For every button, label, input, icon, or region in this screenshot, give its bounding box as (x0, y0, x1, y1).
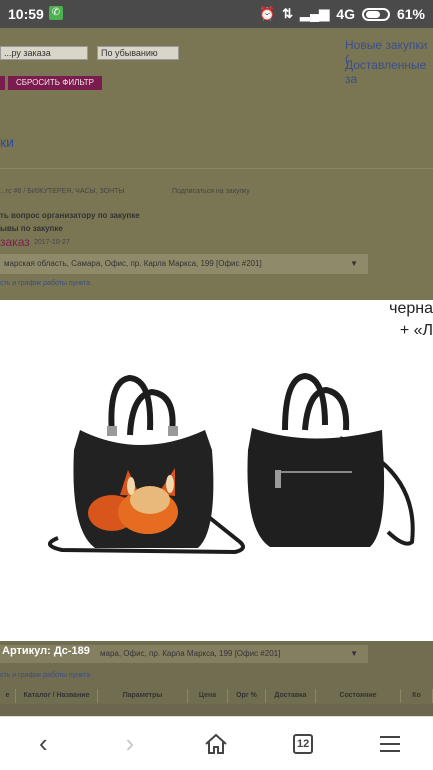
home-icon (205, 733, 228, 754)
background-page-lower: мара, Офис, пр. Карла Маркса, 199 [Офис … (0, 641, 433, 716)
pickup-hint-link-lower[interactable]: сть и график работы пункта (0, 672, 90, 679)
table-header: е Каталог / Название Параметры Цена Орг … (0, 689, 433, 703)
bag-photo (48, 372, 415, 555)
back-button[interactable]: ‹ (23, 724, 63, 764)
subscribe-checkbox-label[interactable]: Подписаться на закупку (172, 188, 250, 195)
table-row (0, 704, 433, 716)
purchase-reviews-link[interactable]: ывы по закупке (0, 224, 63, 233)
column-header: Цена (188, 689, 228, 703)
divider (0, 168, 433, 169)
fox-face (130, 486, 170, 514)
menu-button[interactable] (370, 724, 410, 764)
article-caption: Артикул: Дс-189 (0, 641, 433, 661)
status-time: 10:59 (8, 6, 44, 22)
product-image-viewer[interactable]: черна + «Л (0, 300, 433, 641)
pickup-hint-link[interactable]: сть и график работы пункта (0, 280, 90, 287)
column-header: Состояние (316, 689, 401, 703)
vibrate-icon: ⇅ (282, 6, 294, 21)
signal-icon: ▂▄▆ (300, 6, 330, 21)
forward-button[interactable]: › (110, 724, 150, 764)
hamburger-menu-icon (379, 735, 400, 752)
network-type: 4G (336, 6, 355, 22)
column-header: Ко (401, 689, 433, 703)
battery-percent: 61% (396, 6, 425, 22)
column-header: е (0, 689, 16, 703)
status-icons: ⏰ ⇅ ▂▄▆ 4G 61% (259, 6, 425, 22)
reset-filter-button[interactable]: СБРОСИТЬ ФИЛЬТР (8, 76, 102, 90)
tabs-button[interactable]: 12 (283, 724, 323, 764)
pickup-address: марская область, Самара, Офис, пр. Карла… (4, 259, 262, 268)
section-heading: ки (0, 134, 14, 150)
breadcrumb[interactable]: ...rc #6 / БИЖУТЕРЕЯ, ЧАСЫ, ЗОНТЫ (0, 188, 125, 195)
ask-organizer-link[interactable]: ть вопрос организатору по закупке (0, 211, 140, 220)
order-label: заказ (0, 235, 30, 249)
battery-icon (361, 7, 390, 21)
call-icon: ✆ (49, 6, 63, 20)
zipper-pull-icon (275, 470, 281, 488)
status-bar: 10:59 ✆ ⏰ ⇅ ▂▄▆ 4G 61% (0, 0, 433, 28)
fox-ear-inner-right (166, 475, 174, 493)
pickup-point-select[interactable]: марская область, Самара, Офис, пр. Карла… (0, 254, 368, 274)
column-header: Орг % (228, 689, 266, 703)
chevron-right-icon: › (125, 728, 135, 758)
chevron-left-icon: ‹ (38, 728, 48, 758)
delivered-purchases-link[interactable]: Доставленные за (345, 58, 433, 86)
browser-nav-bar: ‹ › 12 (0, 716, 433, 770)
alarm-icon: ⏰ (258, 6, 276, 21)
fox-ear-inner-left (127, 477, 135, 495)
sort-field-select[interactable]: ...ру заказа (0, 46, 88, 60)
back-bag-body (247, 428, 385, 547)
order-date: 2017-10-27 (34, 239, 70, 246)
article-label: Артикул: (2, 645, 51, 657)
background-page: ...ру заказа По убыванию Новые закупки (… (0, 28, 433, 300)
tabs-count: 12 (293, 733, 314, 754)
buckle-right-icon (168, 426, 178, 436)
column-header: Параметры (98, 689, 188, 703)
column-header: Каталог / Название (16, 689, 98, 703)
home-button[interactable] (196, 724, 236, 764)
article-value: Дс-189 (53, 645, 90, 657)
column-header: Доставка (266, 689, 316, 703)
sort-order-select[interactable]: По убыванию (97, 46, 179, 60)
buckle-left-icon (107, 426, 117, 436)
chevron-down-icon: ▼ (350, 259, 358, 268)
apply-filter-button[interactable] (0, 76, 5, 90)
